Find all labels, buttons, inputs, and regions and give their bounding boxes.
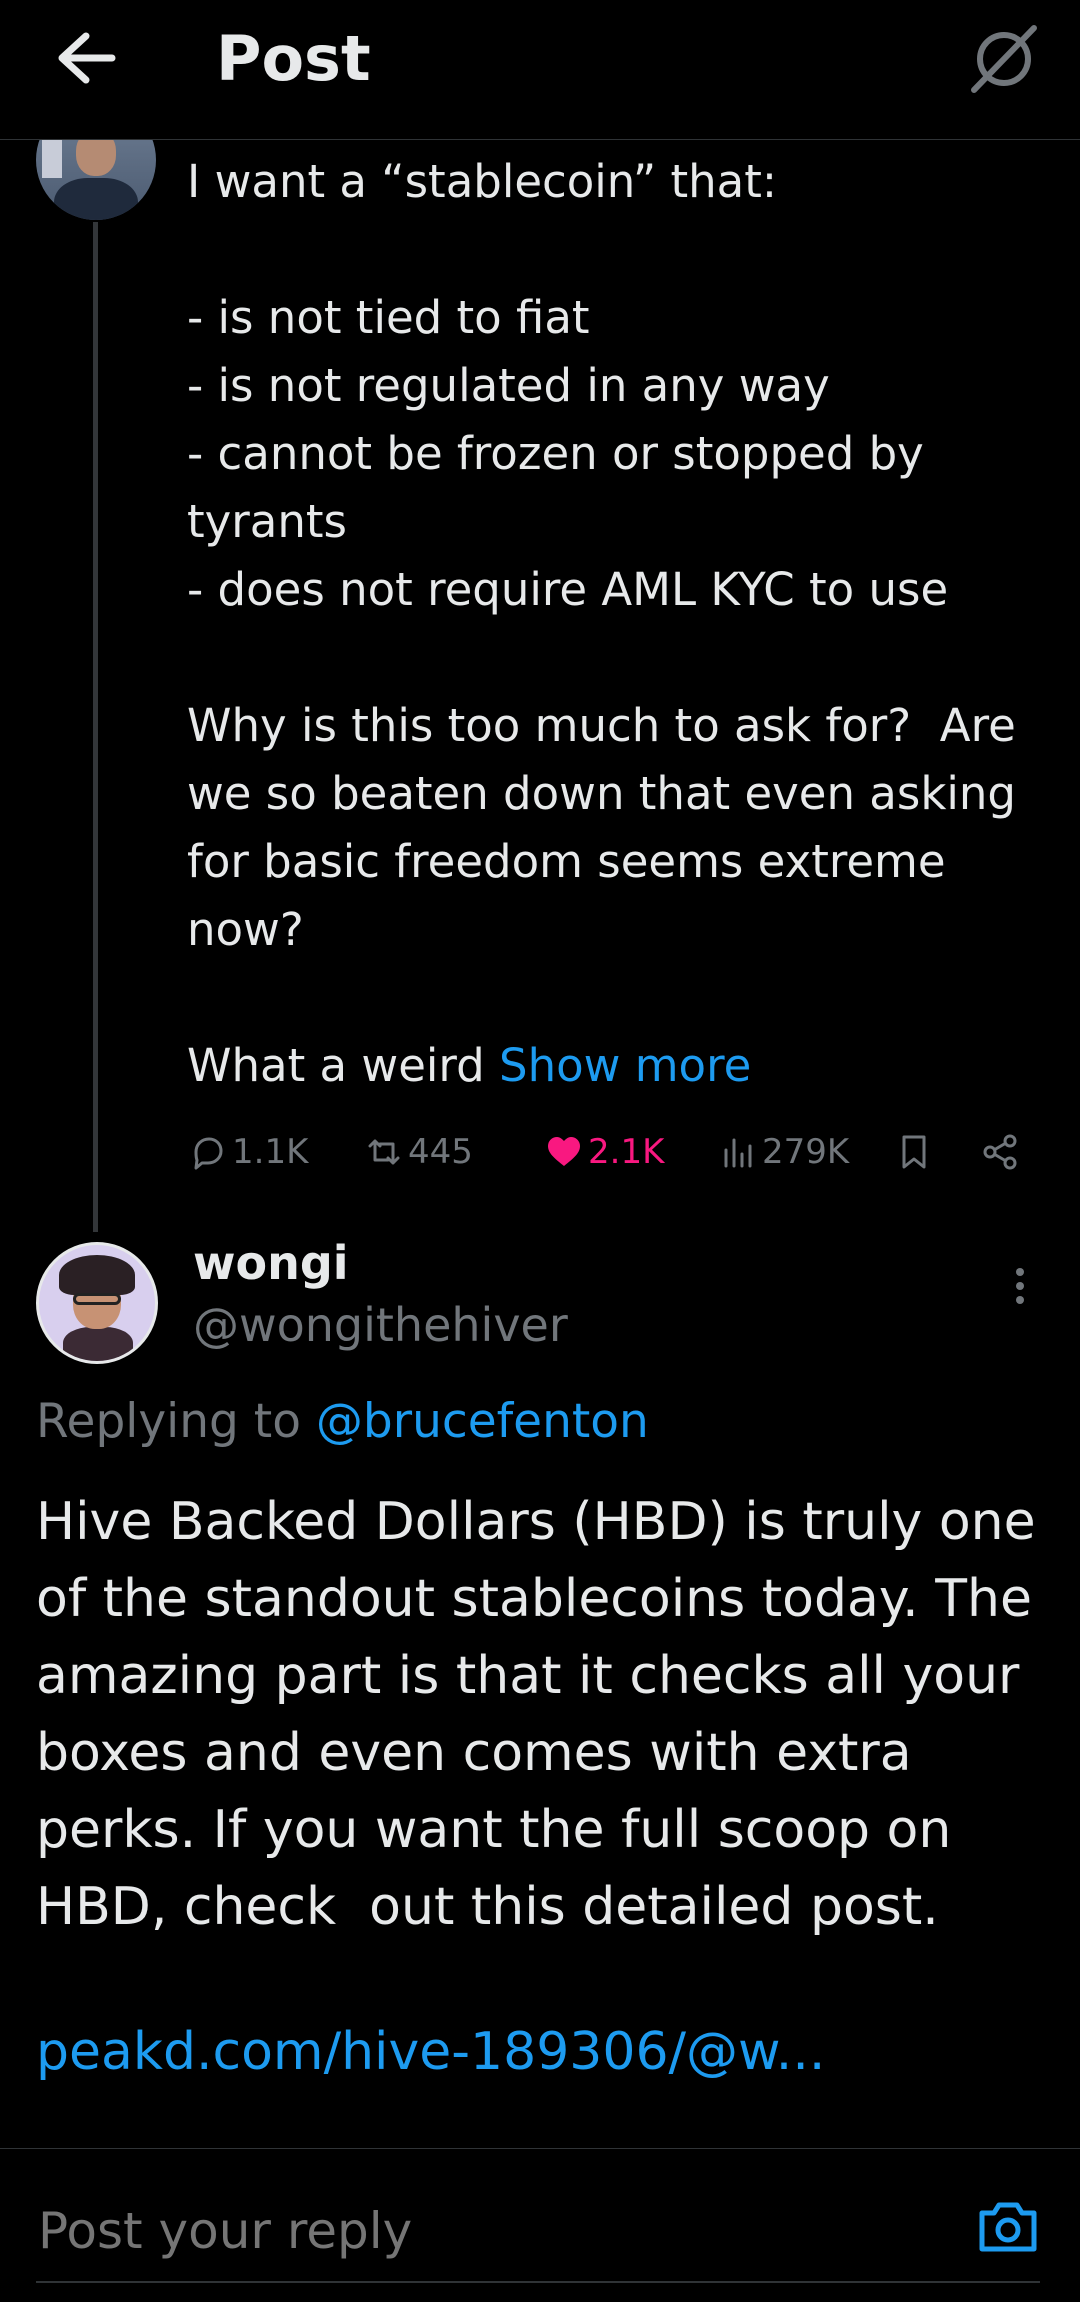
reply-button[interactable]: 1.1K (188, 1128, 308, 1176)
composer-divider (36, 2281, 1040, 2283)
reply-link[interactable]: peakd.com/hive-189306/@w... (36, 2022, 825, 2082)
reply-display-name[interactable]: wongi (193, 1236, 349, 1290)
reply-icon (194, 1137, 223, 1170)
reply-body-text: Hive Backed Dollars (HBD) is truly one o… (36, 1492, 1053, 1937)
reply-author-avatar[interactable] (36, 1242, 158, 1364)
like-count: 2.1K (588, 1132, 665, 1172)
grok-icon[interactable] (968, 22, 1040, 94)
post-action-bar: 1.1K 445 2.1K 279K (188, 1120, 1028, 1184)
reply-composer (0, 2148, 1080, 2302)
more-options-icon[interactable] (1000, 1262, 1040, 1318)
bookmark-icon (902, 1135, 926, 1169)
heart-filled-icon (548, 1137, 580, 1166)
views-button[interactable]: 279K (718, 1128, 849, 1176)
like-button[interactable]: 2.1K (544, 1128, 664, 1176)
repost-icon (368, 1139, 400, 1165)
replying-to-mention[interactable]: @brucefenton (316, 1394, 649, 1449)
replying-to-line: Replying to @brucefenton (36, 1394, 649, 1449)
share-icon (983, 1134, 1017, 1170)
reply-count: 1.1K (232, 1132, 309, 1172)
reply-handle[interactable]: @wongithehiver (193, 1298, 568, 1352)
reply-input[interactable] (36, 2201, 940, 2261)
thread-connector (93, 222, 98, 1232)
repost-count: 445 (408, 1132, 473, 1172)
repost-button[interactable]: 445 (364, 1128, 473, 1176)
share-button[interactable] (980, 1128, 1024, 1176)
top-app-bar: Post (0, 0, 1080, 140)
bookmark-button[interactable] (894, 1128, 938, 1176)
replying-to-label: Replying to (36, 1394, 316, 1449)
bar-chart-icon (724, 1138, 752, 1168)
camera-icon[interactable] (976, 2197, 1040, 2257)
view-count: 279K (762, 1132, 850, 1172)
original-post-body: I want a “stablecoin” that: - is not tie… (187, 155, 1016, 1092)
arrow-left-icon[interactable] (50, 28, 120, 88)
show-more-link[interactable]: Show more (499, 1039, 751, 1092)
original-post-text: I want a “stablecoin” that: - is not tie… (187, 148, 1057, 1100)
page-title: Post (216, 22, 371, 95)
